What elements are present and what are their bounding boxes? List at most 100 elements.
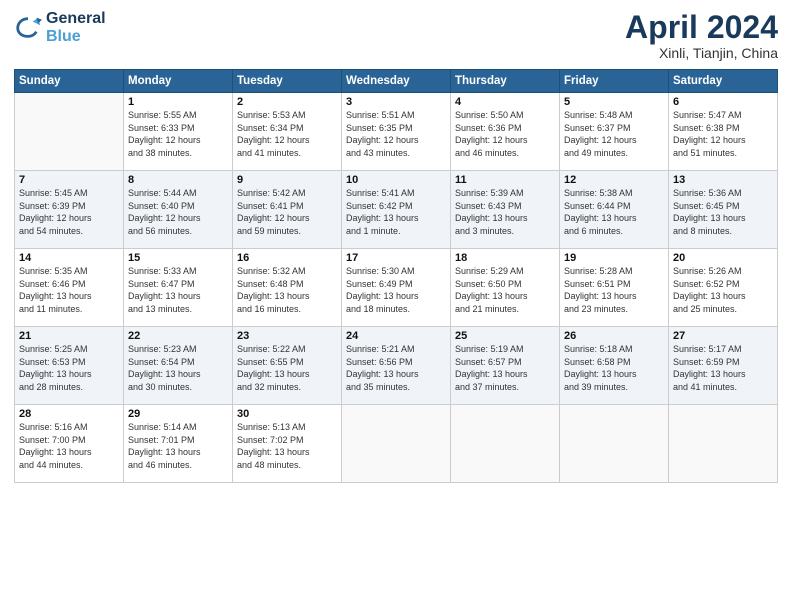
day-number: 27 xyxy=(673,330,773,342)
calendar-week-row: 1Sunrise: 5:55 AM Sunset: 6:33 PM Daylig… xyxy=(15,93,778,171)
header: General Blue April 2024 Xinli, Tianjin, … xyxy=(14,10,778,61)
day-number: 25 xyxy=(455,330,555,342)
calendar-cell xyxy=(15,93,124,171)
calendar-cell: 3Sunrise: 5:51 AM Sunset: 6:35 PM Daylig… xyxy=(342,93,451,171)
calendar-week-row: 14Sunrise: 5:35 AM Sunset: 6:46 PM Dayli… xyxy=(15,249,778,327)
day-info: Sunrise: 5:47 AM Sunset: 6:38 PM Dayligh… xyxy=(673,109,773,159)
calendar-cell: 25Sunrise: 5:19 AM Sunset: 6:57 PM Dayli… xyxy=(451,327,560,405)
day-number: 8 xyxy=(128,174,228,186)
weekday-header: Thursday xyxy=(451,70,560,93)
day-info: Sunrise: 5:50 AM Sunset: 6:36 PM Dayligh… xyxy=(455,109,555,159)
calendar-cell xyxy=(560,405,669,483)
day-info: Sunrise: 5:48 AM Sunset: 6:37 PM Dayligh… xyxy=(564,109,664,159)
day-info: Sunrise: 5:18 AM Sunset: 6:58 PM Dayligh… xyxy=(564,343,664,393)
calendar-cell: 4Sunrise: 5:50 AM Sunset: 6:36 PM Daylig… xyxy=(451,93,560,171)
day-number: 6 xyxy=(673,96,773,108)
weekday-header: Sunday xyxy=(15,70,124,93)
calendar-cell: 5Sunrise: 5:48 AM Sunset: 6:37 PM Daylig… xyxy=(560,93,669,171)
day-info: Sunrise: 5:53 AM Sunset: 6:34 PM Dayligh… xyxy=(237,109,337,159)
calendar-week-row: 28Sunrise: 5:16 AM Sunset: 7:00 PM Dayli… xyxy=(15,405,778,483)
location: Xinli, Tianjin, China xyxy=(625,45,778,61)
day-number: 26 xyxy=(564,330,664,342)
weekday-header: Monday xyxy=(124,70,233,93)
weekday-header: Wednesday xyxy=(342,70,451,93)
day-number: 17 xyxy=(346,252,446,264)
calendar-cell: 29Sunrise: 5:14 AM Sunset: 7:01 PM Dayli… xyxy=(124,405,233,483)
day-number: 16 xyxy=(237,252,337,264)
calendar-cell: 22Sunrise: 5:23 AM Sunset: 6:54 PM Dayli… xyxy=(124,327,233,405)
calendar-cell: 24Sunrise: 5:21 AM Sunset: 6:56 PM Dayli… xyxy=(342,327,451,405)
day-info: Sunrise: 5:21 AM Sunset: 6:56 PM Dayligh… xyxy=(346,343,446,393)
day-number: 9 xyxy=(237,174,337,186)
calendar-cell: 17Sunrise: 5:30 AM Sunset: 6:49 PM Dayli… xyxy=(342,249,451,327)
calendar-cell: 16Sunrise: 5:32 AM Sunset: 6:48 PM Dayli… xyxy=(233,249,342,327)
day-info: Sunrise: 5:25 AM Sunset: 6:53 PM Dayligh… xyxy=(19,343,119,393)
calendar-cell: 23Sunrise: 5:22 AM Sunset: 6:55 PM Dayli… xyxy=(233,327,342,405)
month-title: April 2024 xyxy=(625,10,778,45)
calendar-cell: 14Sunrise: 5:35 AM Sunset: 6:46 PM Dayli… xyxy=(15,249,124,327)
day-info: Sunrise: 5:13 AM Sunset: 7:02 PM Dayligh… xyxy=(237,421,337,471)
calendar-cell: 18Sunrise: 5:29 AM Sunset: 6:50 PM Dayli… xyxy=(451,249,560,327)
calendar-cell: 8Sunrise: 5:44 AM Sunset: 6:40 PM Daylig… xyxy=(124,171,233,249)
day-info: Sunrise: 5:41 AM Sunset: 6:42 PM Dayligh… xyxy=(346,187,446,237)
day-info: Sunrise: 5:22 AM Sunset: 6:55 PM Dayligh… xyxy=(237,343,337,393)
day-number: 10 xyxy=(346,174,446,186)
day-info: Sunrise: 5:44 AM Sunset: 6:40 PM Dayligh… xyxy=(128,187,228,237)
day-info: Sunrise: 5:17 AM Sunset: 6:59 PM Dayligh… xyxy=(673,343,773,393)
day-info: Sunrise: 5:19 AM Sunset: 6:57 PM Dayligh… xyxy=(455,343,555,393)
day-number: 28 xyxy=(19,408,119,420)
weekday-header: Friday xyxy=(560,70,669,93)
calendar-week-row: 7Sunrise: 5:45 AM Sunset: 6:39 PM Daylig… xyxy=(15,171,778,249)
day-info: Sunrise: 5:14 AM Sunset: 7:01 PM Dayligh… xyxy=(128,421,228,471)
calendar-cell: 19Sunrise: 5:28 AM Sunset: 6:51 PM Dayli… xyxy=(560,249,669,327)
calendar-cell: 28Sunrise: 5:16 AM Sunset: 7:00 PM Dayli… xyxy=(15,405,124,483)
calendar-cell: 15Sunrise: 5:33 AM Sunset: 6:47 PM Dayli… xyxy=(124,249,233,327)
title-block: April 2024 Xinli, Tianjin, China xyxy=(625,10,778,61)
day-info: Sunrise: 5:45 AM Sunset: 6:39 PM Dayligh… xyxy=(19,187,119,237)
calendar-cell xyxy=(451,405,560,483)
calendar-cell: 12Sunrise: 5:38 AM Sunset: 6:44 PM Dayli… xyxy=(560,171,669,249)
calendar-cell xyxy=(342,405,451,483)
weekday-header: Saturday xyxy=(669,70,778,93)
day-number: 30 xyxy=(237,408,337,420)
day-number: 4 xyxy=(455,96,555,108)
day-info: Sunrise: 5:51 AM Sunset: 6:35 PM Dayligh… xyxy=(346,109,446,159)
logo-line2: Blue xyxy=(46,28,81,45)
calendar-cell: 30Sunrise: 5:13 AM Sunset: 7:02 PM Dayli… xyxy=(233,405,342,483)
calendar-cell xyxy=(669,405,778,483)
day-number: 7 xyxy=(19,174,119,186)
calendar-cell: 20Sunrise: 5:26 AM Sunset: 6:52 PM Dayli… xyxy=(669,249,778,327)
weekday-header: Tuesday xyxy=(233,70,342,93)
day-number: 21 xyxy=(19,330,119,342)
day-info: Sunrise: 5:29 AM Sunset: 6:50 PM Dayligh… xyxy=(455,265,555,315)
day-number: 14 xyxy=(19,252,119,264)
day-number: 29 xyxy=(128,408,228,420)
day-number: 20 xyxy=(673,252,773,264)
day-info: Sunrise: 5:16 AM Sunset: 7:00 PM Dayligh… xyxy=(19,421,119,471)
calendar-cell: 11Sunrise: 5:39 AM Sunset: 6:43 PM Dayli… xyxy=(451,171,560,249)
day-info: Sunrise: 5:39 AM Sunset: 6:43 PM Dayligh… xyxy=(455,187,555,237)
calendar-cell: 13Sunrise: 5:36 AM Sunset: 6:45 PM Dayli… xyxy=(669,171,778,249)
calendar-cell: 6Sunrise: 5:47 AM Sunset: 6:38 PM Daylig… xyxy=(669,93,778,171)
day-info: Sunrise: 5:23 AM Sunset: 6:54 PM Dayligh… xyxy=(128,343,228,393)
calendar-cell: 1Sunrise: 5:55 AM Sunset: 6:33 PM Daylig… xyxy=(124,93,233,171)
logo: General Blue xyxy=(14,10,106,45)
day-number: 3 xyxy=(346,96,446,108)
day-number: 11 xyxy=(455,174,555,186)
day-info: Sunrise: 5:32 AM Sunset: 6:48 PM Dayligh… xyxy=(237,265,337,315)
calendar-cell: 26Sunrise: 5:18 AM Sunset: 6:58 PM Dayli… xyxy=(560,327,669,405)
page: General Blue April 2024 Xinli, Tianjin, … xyxy=(0,0,792,612)
day-info: Sunrise: 5:30 AM Sunset: 6:49 PM Dayligh… xyxy=(346,265,446,315)
calendar-cell: 9Sunrise: 5:42 AM Sunset: 6:41 PM Daylig… xyxy=(233,171,342,249)
day-number: 24 xyxy=(346,330,446,342)
day-number: 13 xyxy=(673,174,773,186)
day-number: 12 xyxy=(564,174,664,186)
logo-icon xyxy=(14,14,42,42)
calendar-cell: 7Sunrise: 5:45 AM Sunset: 6:39 PM Daylig… xyxy=(15,171,124,249)
day-info: Sunrise: 5:55 AM Sunset: 6:33 PM Dayligh… xyxy=(128,109,228,159)
calendar-cell: 27Sunrise: 5:17 AM Sunset: 6:59 PM Dayli… xyxy=(669,327,778,405)
day-number: 1 xyxy=(128,96,228,108)
day-info: Sunrise: 5:35 AM Sunset: 6:46 PM Dayligh… xyxy=(19,265,119,315)
calendar-cell: 21Sunrise: 5:25 AM Sunset: 6:53 PM Dayli… xyxy=(15,327,124,405)
day-info: Sunrise: 5:33 AM Sunset: 6:47 PM Dayligh… xyxy=(128,265,228,315)
